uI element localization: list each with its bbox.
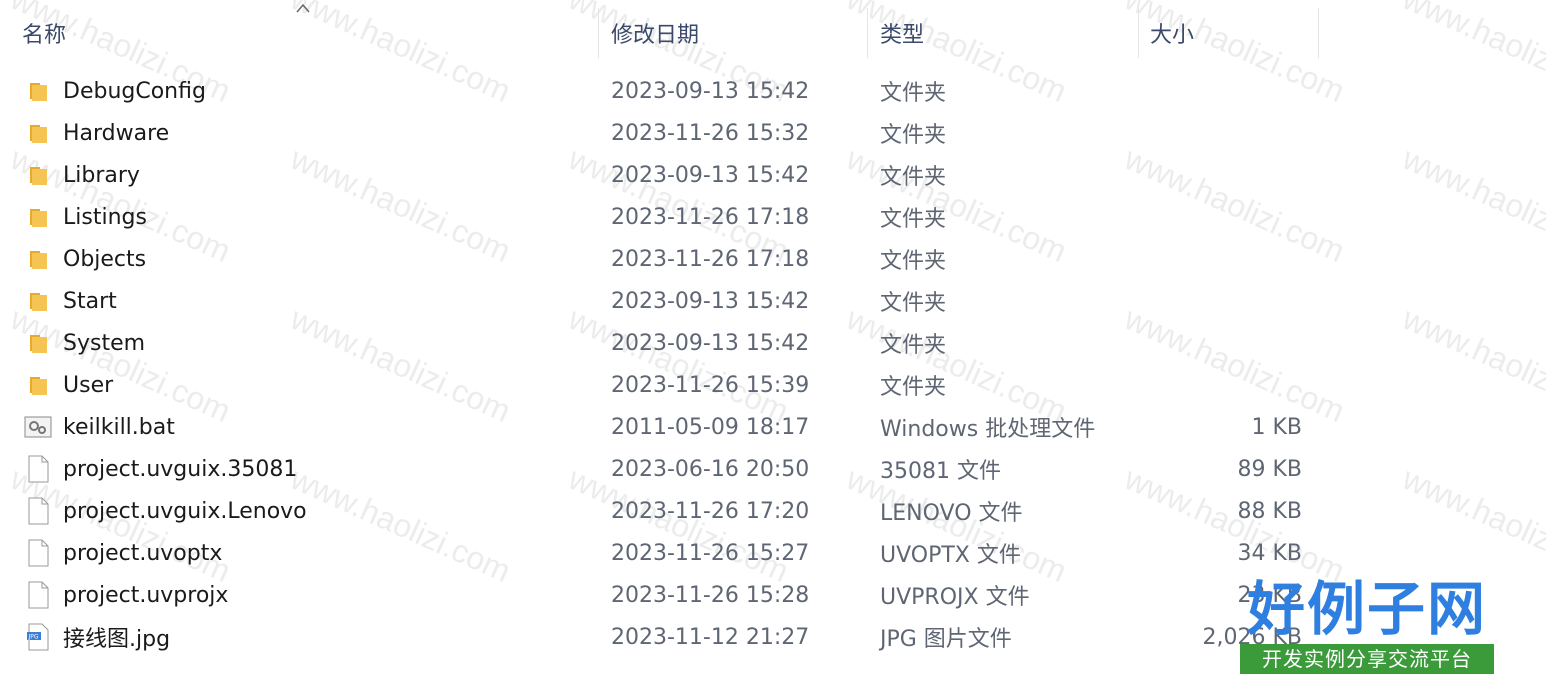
column-header-type-label: 类型 (880, 23, 925, 48)
file-type: 35081 文件 (880, 459, 1001, 484)
file-name: System (63, 330, 146, 356)
file-row[interactable]: project.uvguix.35081 2023-06-16 20:50 3508… (0, 448, 1546, 490)
file-date: 2023-11-26 17:18 (611, 204, 810, 230)
file-name: Listings (63, 204, 147, 230)
file-row[interactable]: Objects 2023-11-26 17:18 文件夹 (0, 238, 1546, 280)
file-size: 89 KB (1237, 456, 1302, 482)
file-type: UVOPTX 文件 (880, 543, 1021, 568)
folder-icon (22, 322, 54, 364)
file-name: Start (63, 288, 117, 314)
file-date: 2023-09-13 15:42 (611, 288, 810, 314)
file-size (1150, 196, 1302, 238)
file-type: 文件夹 (880, 333, 947, 358)
folder-icon (22, 112, 54, 154)
file-name: project.uvprojx (63, 582, 229, 608)
file-type: JPG 图片文件 (880, 627, 1012, 652)
file-date: 2023-11-26 17:18 (611, 246, 810, 272)
column-divider[interactable] (1318, 8, 1319, 58)
file-size (1150, 280, 1302, 322)
file-size: 88 KB (1237, 498, 1302, 524)
file-type: UVPROJX 文件 (880, 585, 1030, 610)
file-date: 2011-05-09 18:17 (611, 414, 810, 440)
file-type: 文件夹 (880, 207, 947, 232)
file-row[interactable]: DebugConfig 2023-09-13 15:42 文件夹 (0, 70, 1546, 112)
file-size (1150, 364, 1302, 406)
file-date: 2023-06-16 20:50 (611, 456, 810, 482)
column-header-name-label: 名称 (22, 23, 67, 48)
file-name: project.uvguix.Lenovo (63, 498, 307, 524)
column-header: 名称 修改日期 类型 大小 (0, 0, 1546, 66)
file-type: 文件夹 (880, 123, 947, 148)
file-name: project.uvoptx (63, 540, 223, 566)
file-row[interactable]: project.uvoptx 2023-11-26 15:27 UVOPTX 文件 3… (0, 532, 1546, 574)
logo-sub-text: 开发实例分享交流平台 (1240, 644, 1494, 674)
column-header-date[interactable]: 修改日期 (611, 0, 861, 66)
folder-icon (22, 70, 54, 112)
file-date: 2023-09-13 15:42 (611, 78, 810, 104)
column-header-size-label: 大小 (1150, 23, 1195, 48)
file-row[interactable]: Hardware 2023-11-26 15:32 文件夹 (0, 112, 1546, 154)
file-date: 2023-09-13 15:42 (611, 330, 810, 356)
file-date: 2023-11-12 21:27 (611, 624, 810, 650)
file-date: 2023-11-26 17:20 (611, 498, 810, 524)
folder-icon (22, 364, 54, 406)
file-row[interactable]: project.uvguix.Lenovo 2023-11-26 17:20 LEN… (0, 490, 1546, 532)
file-date: 2023-11-26 15:32 (611, 120, 810, 146)
file-icon (22, 448, 54, 490)
file-row[interactable]: System 2023-09-13 15:42 文件夹 (0, 322, 1546, 364)
file-row[interactable]: Listings 2023-11-26 17:18 文件夹 (0, 196, 1546, 238)
file-size (1150, 322, 1302, 364)
file-name: Library (63, 162, 140, 188)
file-row[interactable]: Start 2023-09-13 15:42 文件夹 (0, 280, 1546, 322)
site-logo: 好例子网 开发实例分享交流平台 (1240, 576, 1494, 676)
file-name: 接线图.jpg (63, 627, 171, 652)
file-type: 文件夹 (880, 165, 947, 190)
column-divider[interactable] (1138, 8, 1139, 58)
file-type: 文件夹 (880, 291, 947, 316)
folder-icon (22, 280, 54, 322)
file-size: 1 KB (1251, 414, 1302, 440)
file-type: LENOVO 文件 (880, 501, 1023, 526)
folder-icon (22, 154, 54, 196)
file-date: 2023-11-26 15:27 (611, 540, 810, 566)
batch-file-icon (22, 406, 54, 448)
file-name: Objects (63, 246, 147, 272)
image-file-icon: JPG (22, 616, 54, 658)
file-row[interactable]: keilkill.bat 2011-05-09 18:17 Windows 批处理文… (0, 406, 1546, 448)
column-header-name[interactable]: 名称 (22, 0, 592, 66)
file-type: 文件夹 (880, 375, 947, 400)
file-type: 文件夹 (880, 81, 947, 106)
file-name: Hardware (63, 120, 170, 146)
file-name: User (63, 372, 114, 398)
file-type: Windows 批处理文件 (880, 417, 1096, 442)
column-divider[interactable] (598, 8, 599, 58)
folder-icon (22, 238, 54, 280)
file-name: project.uvguix.35081 (63, 456, 298, 482)
svg-text:JPG: JPG (28, 634, 39, 641)
file-name: keilkill.bat (63, 414, 175, 440)
file-icon (22, 532, 54, 574)
column-header-date-label: 修改日期 (611, 23, 700, 48)
file-icon (22, 574, 54, 616)
folder-icon (22, 196, 54, 238)
file-size (1150, 238, 1302, 280)
column-header-type[interactable]: 类型 (880, 0, 1130, 66)
column-header-size[interactable]: 大小 (1150, 0, 1310, 66)
file-icon (22, 490, 54, 532)
file-row[interactable]: Library 2023-09-13 15:42 文件夹 (0, 154, 1546, 196)
file-date: 2023-11-26 15:28 (611, 582, 810, 608)
logo-main-text: 好例子网 (1246, 575, 1487, 643)
file-date: 2023-11-26 15:39 (611, 372, 810, 398)
file-size (1150, 154, 1302, 196)
file-name: DebugConfig (63, 78, 206, 104)
column-divider[interactable] (867, 8, 868, 58)
file-size (1150, 112, 1302, 154)
file-row[interactable]: User 2023-11-26 15:39 文件夹 (0, 364, 1546, 406)
file-size: 34 KB (1237, 540, 1302, 566)
file-date: 2023-09-13 15:42 (611, 162, 810, 188)
file-type: 文件夹 (880, 249, 947, 274)
file-size (1150, 70, 1302, 112)
